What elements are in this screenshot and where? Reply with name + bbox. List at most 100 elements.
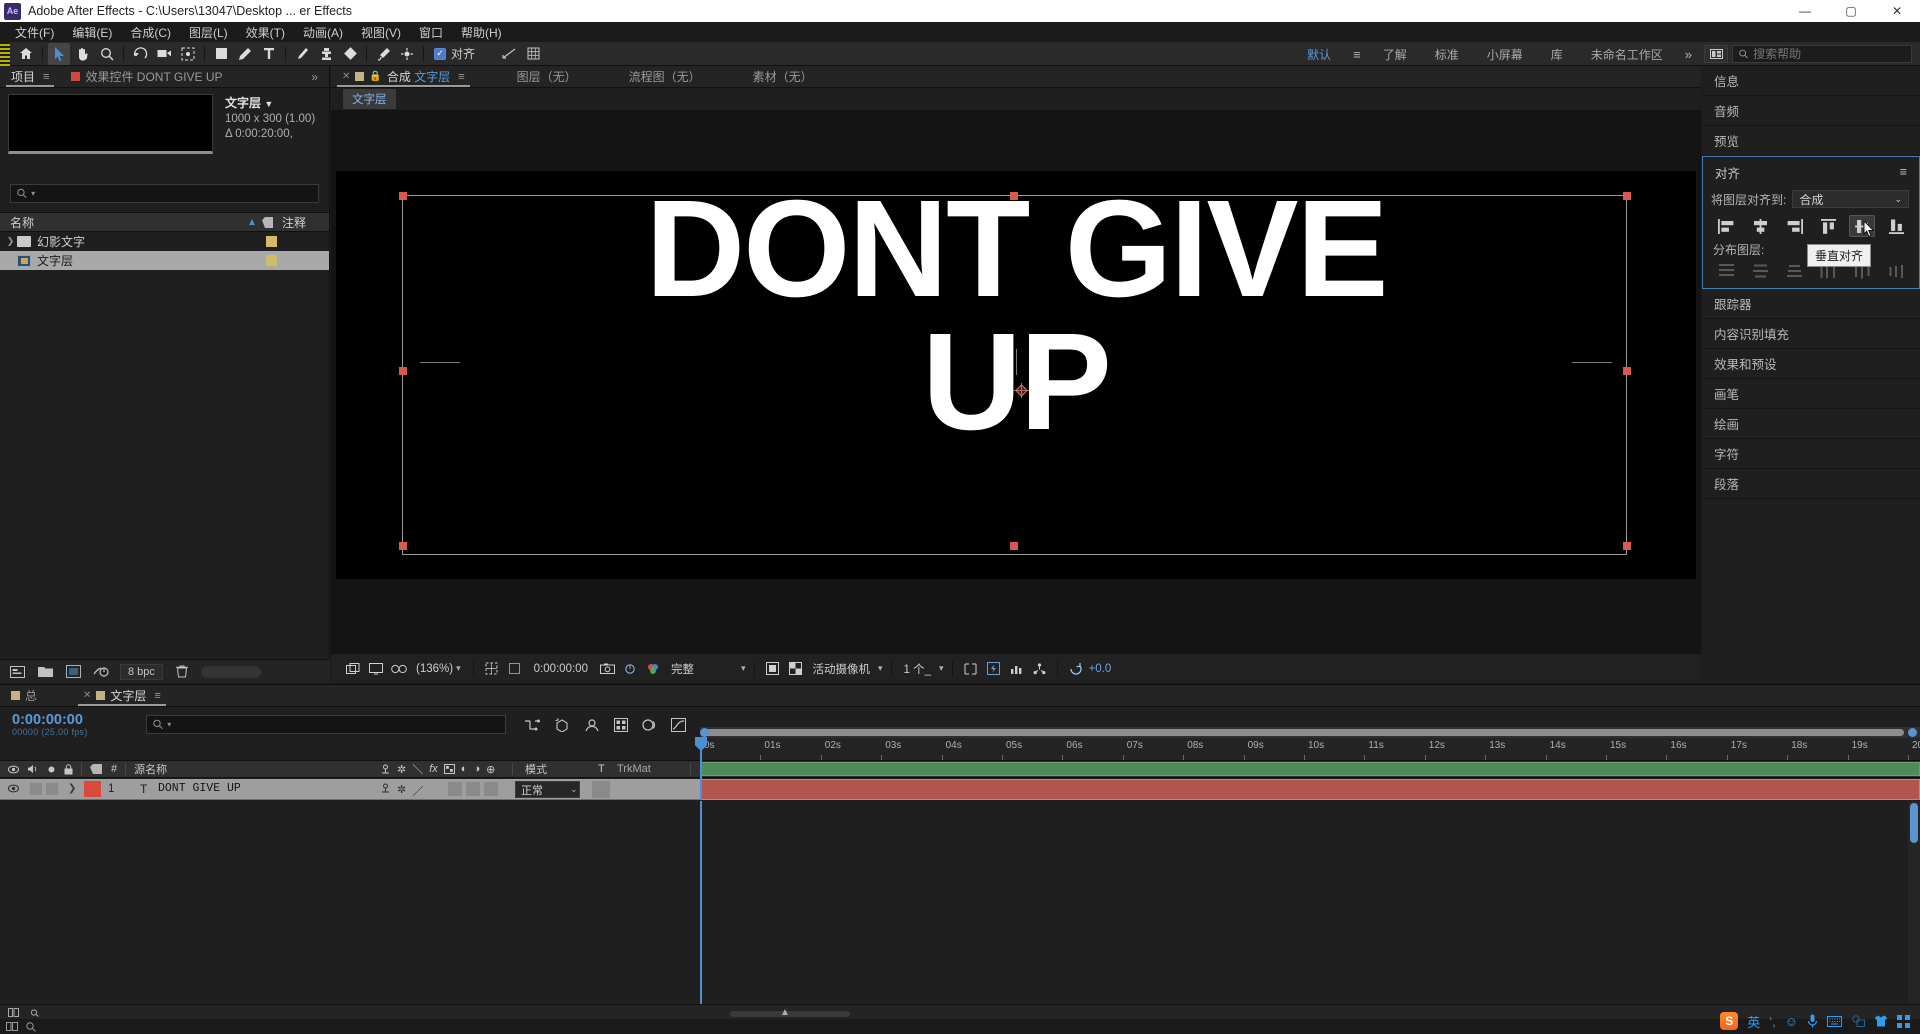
workspace-menu-icon[interactable]: ≡ (1345, 47, 1369, 62)
menu-animation[interactable]: 动画(A) (294, 22, 352, 43)
zoom-level-value[interactable]: (136%) ▾ (412, 662, 465, 676)
transparency-grid-icon[interactable] (786, 659, 805, 678)
panel-content-aware-fill[interactable]: 内容识别填充 (1702, 319, 1920, 349)
timeline-vertical-scrollbar[interactable] (1908, 801, 1920, 1004)
layer-audio-toggle[interactable] (30, 783, 42, 795)
menu-composition[interactable]: 合成(C) (121, 22, 180, 43)
panel-info[interactable]: 信息 (1702, 66, 1920, 96)
motion-blur-icon[interactable] (642, 718, 657, 732)
hand-tool-icon[interactable] (72, 43, 94, 65)
mic-icon[interactable] (1807, 1014, 1818, 1028)
view-layout-value[interactable]: 1 个_ (900, 660, 936, 678)
resize-handle-br[interactable] (1623, 541, 1631, 550)
resize-handle-ml[interactable] (399, 366, 407, 375)
layer-duration-bar[interactable] (700, 779, 1920, 800)
resolution-value[interactable]: 完整 (667, 660, 737, 678)
channel-rgb-icon[interactable] (644, 659, 663, 678)
resize-handle-tl[interactable] (399, 191, 407, 200)
resolution-dropdown-icon[interactable]: ▾ (741, 663, 746, 674)
scrollbar-zoom-handle[interactable] (1908, 728, 1917, 737)
tab-composition[interactable]: ✕ 🔒 合成 文字层 ≡ (331, 66, 476, 87)
panel-effects-presets[interactable]: 效果和预设 (1702, 349, 1920, 379)
tab-footage[interactable]: 素材（无） (742, 66, 824, 87)
composition-panel-menu-icon[interactable]: ≡ (458, 71, 464, 83)
layer-transform-switch-icon[interactable]: ✲ (397, 783, 406, 799)
align-panel-menu-icon[interactable]: ≡ (1900, 165, 1907, 179)
home-icon[interactable] (15, 43, 37, 65)
3d-glasses-icon[interactable] (389, 659, 408, 678)
tab-layer[interactable]: 图层（无） (506, 66, 588, 87)
audio-icon[interactable] (27, 764, 39, 774)
project-panel-scroll-pill[interactable] (200, 665, 261, 678)
help-search-input[interactable] (1753, 47, 1905, 61)
selection-tool-icon[interactable] (48, 42, 70, 65)
brush-tool-icon[interactable] (291, 43, 313, 65)
timeline-current-time[interactable]: 0:00:00:00 (0, 712, 130, 727)
views-dropdown-icon[interactable]: ▾ (939, 663, 944, 674)
toolbar-grip[interactable] (0, 41, 10, 66)
workspace-default[interactable]: 默认 (1293, 42, 1345, 66)
workspace-learn[interactable]: 了解 (1369, 42, 1421, 66)
menu-layer[interactable]: 图层(L) (180, 22, 237, 43)
layer-parent-switch-icon[interactable] (380, 783, 391, 799)
panel-preview[interactable]: 预览 (1702, 126, 1920, 156)
tab-flowchart[interactable]: 流程图（无） (618, 66, 712, 87)
lock-column-icon[interactable] (64, 763, 73, 775)
list-item[interactable]: ❯ 幻影文字 (0, 232, 329, 251)
timeline-column-source-name[interactable]: 源名称 (134, 761, 167, 777)
resize-handle-mr[interactable] (1623, 366, 1631, 375)
timeline-ruler[interactable]: 0s 01s 02s 03s 04s 05s 06s 07s 08s 09s 10s 11s 12s 13… (700, 738, 1920, 760)
snapping-toggle[interactable]: ✓ 对齐 (434, 45, 475, 62)
punctuation-icon[interactable]: ‘, (1769, 1014, 1776, 1029)
panel-brushes[interactable]: 画笔 (1702, 379, 1920, 409)
layer-switches[interactable]: ✲ ／ (380, 783, 423, 799)
ruler-tool-icon[interactable] (498, 43, 520, 65)
tab-project[interactable]: 项目 ≡ (0, 66, 60, 87)
layer-label-color[interactable] (84, 781, 101, 797)
camera-view-value[interactable]: 活动摄像机 (809, 660, 875, 678)
scrollbar-zoom-handle-left[interactable] (700, 728, 709, 737)
project-tabs-overflow[interactable]: » (300, 66, 329, 87)
timeline-graph-icon[interactable] (1007, 659, 1026, 678)
take-snapshot-icon[interactable] (598, 659, 617, 678)
timeline-layer-track[interactable] (700, 779, 1920, 800)
timeline-column-trkmat[interactable]: TrkMat (617, 763, 651, 775)
minimize-button[interactable]: — (1782, 0, 1828, 22)
menu-file[interactable]: 文件(F) (6, 22, 63, 43)
camera-tool-icon[interactable] (153, 43, 175, 65)
close-button[interactable]: ✕ (1874, 0, 1920, 22)
menu-effect[interactable]: 效果(T) (237, 22, 294, 43)
lock-icon[interactable]: 🔒 (369, 71, 381, 82)
always-preview-icon[interactable] (343, 659, 362, 678)
apps-icon[interactable] (1897, 1014, 1910, 1028)
close-timeline-tab-icon[interactable]: ✕ (83, 690, 91, 701)
composition-canvas[interactable]: DONT GIVE UP (336, 170, 1696, 579)
menu-window[interactable]: 窗口 (410, 22, 452, 43)
align-bottom-icon[interactable] (1883, 215, 1909, 237)
snapping-checkbox[interactable]: ✓ (434, 47, 446, 60)
solo-icon[interactable] (47, 765, 56, 774)
playhead[interactable] (695, 737, 707, 800)
timeline-column-index[interactable]: # (111, 763, 117, 775)
label-color-swatch[interactable] (266, 255, 277, 266)
resize-handle-tr[interactable] (1623, 191, 1631, 200)
close-tab-icon[interactable]: ✕ (342, 71, 350, 82)
draft-3d-icon[interactable] (554, 717, 570, 732)
timeline-horizontal-scrollbar[interactable] (700, 727, 1920, 738)
project-panel-menu-icon[interactable]: ≡ (43, 71, 49, 83)
show-snapshot-icon[interactable] (621, 659, 640, 678)
timeline-zoom-handle[interactable]: ▲ (780, 1007, 790, 1018)
layer-trkmat-cell[interactable] (592, 781, 610, 798)
layer-sw-1[interactable] (448, 782, 462, 796)
workspace-small-screen[interactable]: 小屏幕 (1473, 42, 1537, 66)
panel-paragraph[interactable]: 段落 (1702, 469, 1920, 499)
composition-viewer[interactable]: DONT GIVE UP (331, 110, 1701, 653)
exposure-value[interactable]: +0.0 (1089, 663, 1112, 675)
panel-tracker[interactable]: 跟踪器 (1702, 289, 1920, 319)
resize-handle-bc[interactable] (1010, 541, 1018, 550)
align-horizontal-center-icon[interactable] (1747, 215, 1773, 237)
workspace-unnamed[interactable]: 未命名工作区 (1577, 42, 1677, 66)
video-visibility-icon[interactable] (8, 765, 19, 774)
emoji-icon[interactable]: ☺ (1785, 1014, 1798, 1029)
project-column-name[interactable]: 名称 (10, 214, 34, 231)
